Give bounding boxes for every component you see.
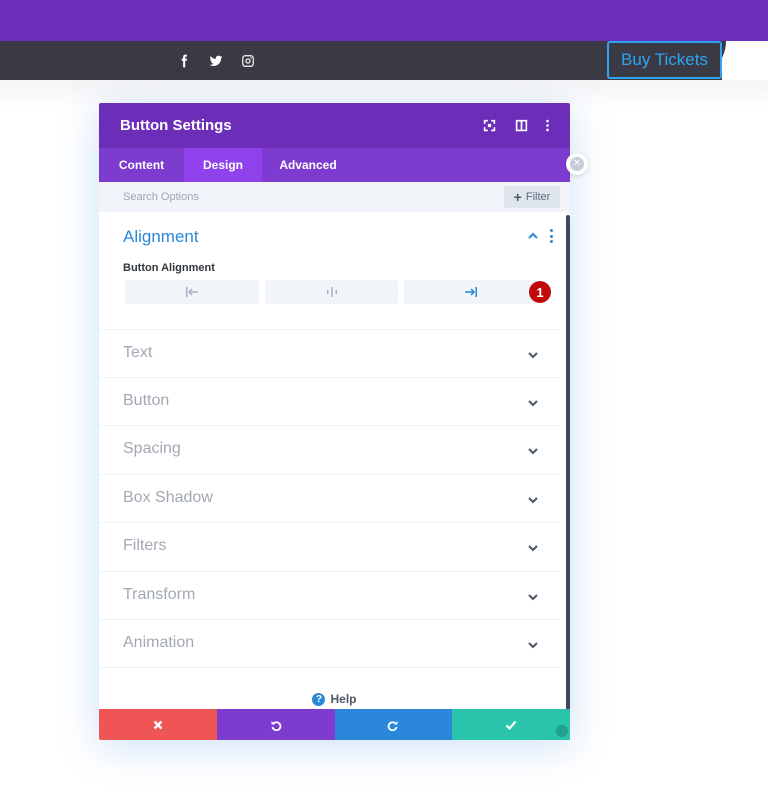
undo-button[interactable] — [216, 709, 335, 740]
align-right-icon — [464, 287, 477, 297]
discard-button[interactable] — [99, 709, 217, 740]
section-text[interactable]: Text — [99, 329, 562, 378]
section-label: Text — [123, 344, 153, 361]
resize-handle-icon[interactable] — [556, 725, 568, 737]
align-center-option[interactable] — [265, 280, 398, 304]
chevron-down-icon — [528, 642, 538, 649]
section-label: Button — [123, 392, 170, 409]
align-left-icon — [186, 287, 198, 297]
facebook-icon[interactable] — [176, 52, 192, 70]
align-right-option[interactable] — [404, 280, 537, 304]
chevron-up-icon[interactable] — [527, 230, 539, 242]
tab-content[interactable]: Content — [99, 148, 184, 182]
plus-icon: + — [513, 189, 522, 205]
section-label: Animation — [123, 634, 195, 651]
modal-title: Button Settings — [120, 117, 232, 134]
modal-footer — [99, 709, 570, 740]
section-transform[interactable]: Transform — [99, 571, 562, 620]
filter-label: Filter — [525, 191, 551, 203]
section-label: Filters — [123, 537, 167, 554]
search-input[interactable]: Search Options — [123, 191, 199, 203]
section-filters[interactable]: Filters — [99, 522, 562, 571]
section-options-icon[interactable] — [548, 229, 554, 243]
align-left-option[interactable] — [125, 280, 259, 304]
expand-icon[interactable] — [481, 117, 497, 133]
section-label: Transform — [123, 586, 196, 603]
twitter-icon[interactable] — [207, 52, 225, 70]
undo-icon — [271, 720, 281, 731]
top-bar — [0, 0, 768, 41]
help-label: Help — [330, 692, 357, 706]
chevron-down-icon — [528, 352, 538, 359]
button-alignment-label: Button Alignment — [123, 262, 215, 274]
redo-icon — [388, 720, 398, 731]
section-box-shadow[interactable]: Box Shadow — [99, 474, 562, 523]
close-icon — [153, 720, 163, 729]
button-settings-modal: Button Settings Content Design Advanced … — [99, 103, 570, 740]
save-button[interactable] — [452, 709, 570, 740]
buy-tickets-button[interactable]: Buy Tickets — [607, 41, 722, 79]
align-center-icon — [326, 287, 337, 297]
modal-header: Button Settings — [99, 103, 570, 148]
check-icon — [505, 720, 517, 730]
scrollbar[interactable] — [566, 215, 570, 740]
instagram-icon[interactable] — [239, 52, 257, 70]
tab-advanced[interactable]: Advanced — [262, 148, 354, 182]
split-view-icon[interactable] — [513, 117, 529, 133]
section-button[interactable]: Button — [99, 377, 562, 426]
close-icon: ✕ — [570, 157, 584, 171]
section-label: Box Shadow — [123, 489, 213, 506]
tab-design[interactable]: Design — [184, 148, 262, 182]
more-options-icon[interactable] — [539, 117, 555, 133]
chevron-down-icon — [528, 545, 538, 552]
close-modal-button[interactable]: ✕ — [566, 153, 588, 175]
filter-button[interactable]: + Filter — [504, 186, 560, 208]
search-bar: Search Options + Filter — [99, 182, 570, 212]
step-badge: 1 — [529, 281, 551, 303]
section-animation[interactable]: Animation — [99, 619, 562, 668]
section-spacing[interactable]: Spacing — [99, 425, 562, 474]
section-divider — [99, 667, 562, 669]
chevron-down-icon — [528, 400, 538, 407]
chevron-down-icon — [528, 497, 538, 504]
chevron-down-icon — [528, 448, 538, 455]
chevron-down-icon — [528, 594, 538, 601]
modal-tabs: Content Design Advanced — [99, 148, 570, 182]
help-link[interactable]: ? Help — [99, 691, 570, 707]
section-label: Spacing — [123, 440, 181, 457]
redo-button[interactable] — [334, 709, 453, 740]
help-icon: ? — [312, 692, 326, 706]
alignment-section-title[interactable]: Alignment — [123, 227, 199, 247]
